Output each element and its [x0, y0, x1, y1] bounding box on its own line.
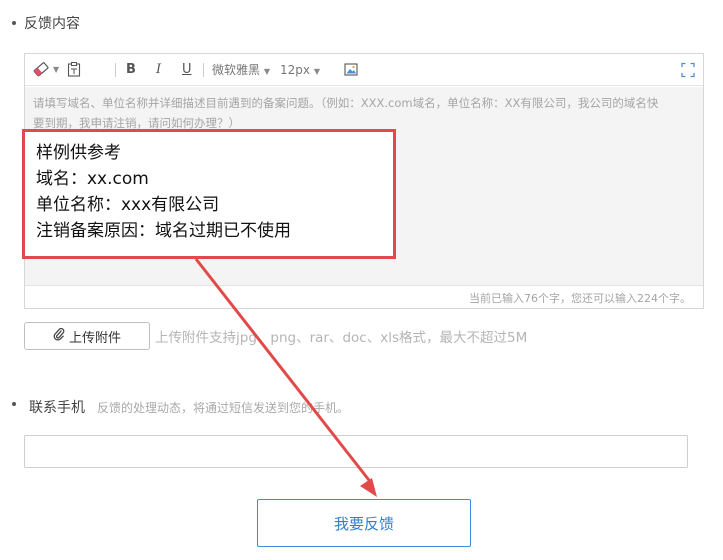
font-family-select[interactable]: 微软雅黑 ▼: [212, 54, 270, 86]
font-size-value: 12px: [280, 63, 310, 77]
counter-bar: 当前已输入76个字，您还可以输入224个字。: [25, 285, 703, 308]
chevron-down-icon[interactable]: ▼: [53, 54, 59, 86]
phone-hint: 反馈的处理动态，将通过短信发送到您的手机。: [97, 401, 350, 415]
callout-line: 注销备案原因：域名过期已不使用: [36, 221, 291, 241]
callout-line: 样例供参考: [36, 143, 121, 163]
chevron-down-icon: ▼: [313, 67, 320, 76]
editor-placeholder: 请填写域名、单位名称并详细描述目前遇到的备案问题。（例如：XXX.com域名，单…: [33, 93, 693, 133]
submit-feedback-button[interactable]: 我要反馈: [257, 499, 471, 547]
upload-attachment-label: 上传附件: [68, 330, 121, 346]
toolbar-divider: [115, 63, 116, 77]
bullet-dot: [12, 21, 16, 25]
callout-line: 域名：xx.com: [36, 169, 149, 189]
bullet-dot: [12, 402, 16, 406]
placeholder-line: 请填写域名、单位名称并详细描述目前遇到的备案问题。（例如：XXX.com域名，单…: [33, 96, 659, 110]
eraser-icon[interactable]: [33, 54, 49, 86]
fullscreen-icon[interactable]: [681, 54, 695, 86]
submit-feedback-label: 我要反馈: [333, 514, 394, 533]
callout-line: 单位名称：xxx有限公司: [36, 195, 220, 215]
chevron-down-icon: ▼: [263, 67, 270, 76]
italic-button[interactable]: I: [156, 54, 161, 86]
paperclip-icon: [53, 327, 65, 345]
font-family-value: 微软雅黑: [212, 63, 261, 77]
underline-button[interactable]: U: [182, 54, 192, 86]
image-icon[interactable]: [344, 54, 358, 86]
feedback-label: 反馈内容: [24, 16, 80, 32]
upload-attachment-button[interactable]: 上传附件: [24, 322, 150, 350]
arrow-head: [360, 478, 377, 497]
editor-toolbar: ▼ B I U 微软雅黑 ▼ 12px ▼: [25, 54, 703, 86]
sample-callout: 样例供参考 域名：xx.com 单位名称：xxx有限公司 注销备案原因：域名过期…: [22, 129, 396, 259]
toolbar-divider: [203, 63, 204, 77]
font-size-select[interactable]: 12px ▼: [280, 54, 320, 86]
bold-button[interactable]: B: [126, 54, 136, 86]
paste-format-icon[interactable]: [67, 54, 81, 86]
char-counter: 当前已输入76个字，您还可以输入224个字。: [469, 292, 691, 305]
phone-input[interactable]: [24, 435, 688, 468]
attachment-hint: 上传附件支持jpg、png、rar、doc、xls格式，最大不超过5M: [155, 330, 528, 346]
phone-label: 联系手机: [29, 400, 85, 416]
